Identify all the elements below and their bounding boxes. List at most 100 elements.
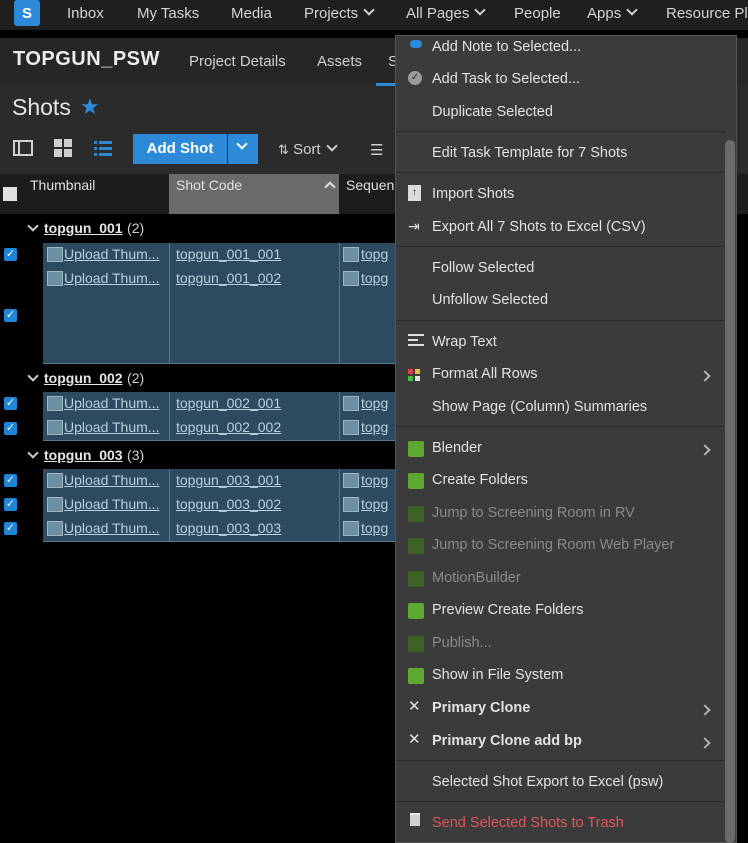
image-icon: [47, 247, 63, 262]
upload-thumbnail-link[interactable]: Upload Thum...: [64, 472, 159, 488]
menu-item-export-csv[interactable]: Export All 7 Shots to Excel (CSV): [432, 219, 646, 235]
menu-item-add-note[interactable]: Add Note to Selected...: [432, 39, 581, 55]
menu-item-add-task[interactable]: Add Task to Selected...: [432, 71, 580, 87]
shot-code-link[interactable]: topgun_001_002: [176, 270, 281, 286]
preview-folders-app-icon: [408, 603, 424, 619]
table-row[interactable]: Upload Thum... topgun_003_002 topg: [43, 493, 395, 518]
upload-thumbnail-link[interactable]: Upload Thum...: [64, 520, 159, 536]
image-icon: [343, 473, 359, 488]
image-icon: [343, 497, 359, 512]
image-icon: [47, 521, 63, 536]
row-checkbox[interactable]: ✓: [4, 248, 17, 261]
tab-assets[interactable]: Assets: [317, 53, 362, 70]
table-row[interactable]: Upload Thum... topgun_002_001 topg: [43, 392, 395, 417]
task-check-icon: ✓: [408, 71, 422, 85]
upload-thumbnail-link[interactable]: Upload Thum...: [64, 395, 159, 411]
column-header-sequence[interactable]: Sequen: [346, 177, 394, 193]
table-row[interactable]: Upload Thum... topgun_002_002 topg: [43, 416, 395, 441]
image-icon: [343, 271, 359, 286]
row-checkbox[interactable]: ✓: [4, 397, 17, 410]
sequence-link[interactable]: topg: [361, 472, 388, 488]
group-label[interactable]: topgun_001 (2): [44, 220, 144, 238]
shot-code-link[interactable]: topgun_003_001: [176, 472, 281, 488]
table-row[interactable]: Upload Thum... topgun_003_003 topg: [43, 517, 395, 542]
shot-code-link[interactable]: topgun_003_002: [176, 496, 281, 512]
menu-item-duplicate[interactable]: Duplicate Selected: [432, 104, 553, 120]
menu-item-wrap-text[interactable]: Wrap Text: [432, 334, 497, 350]
project-name[interactable]: TOPGUN_PSW: [13, 48, 160, 71]
menu-item-format-all-rows[interactable]: Format All Rows: [432, 366, 538, 382]
shot-code-link[interactable]: topgun_002_001: [176, 395, 281, 411]
menu-item-preview-create-folders[interactable]: Preview Create Folders: [432, 602, 584, 618]
table-row[interactable]: Upload Thum... topgun_001_001 topg: [43, 243, 395, 268]
format-rows-icon: [408, 369, 420, 381]
select-all-checkbox[interactable]: [3, 187, 17, 201]
menu-divider: [396, 426, 726, 427]
menu-item-create-folders[interactable]: Create Folders: [432, 472, 528, 488]
sequence-link[interactable]: topg: [361, 395, 388, 411]
tab-project-details[interactable]: Project Details: [189, 53, 286, 70]
menu-item-follow[interactable]: Follow Selected: [432, 260, 534, 276]
upload-thumbnail-link[interactable]: Upload Thum...: [64, 419, 159, 435]
nav-resource-planning[interactable]: Resource Pl: [666, 5, 748, 22]
menu-item-shot-export-excel[interactable]: Selected Shot Export to Excel (psw): [432, 774, 663, 790]
column-header-shot-code[interactable]: Shot Code: [176, 177, 242, 193]
menu-item-send-to-trash[interactable]: Send Selected Shots to Trash: [432, 815, 624, 831]
import-icon: ↑: [408, 185, 421, 201]
sequence-link[interactable]: topg: [361, 270, 388, 286]
menu-item-show-summaries[interactable]: Show Page (Column) Summaries: [432, 399, 647, 415]
table-row[interactable]: Upload Thum... topgun_001_002 topg: [43, 267, 395, 364]
sequence-link[interactable]: topg: [361, 246, 388, 262]
list-view-icon[interactable]: [94, 140, 112, 156]
shot-code-link[interactable]: topgun_003_003: [176, 520, 281, 536]
web-player-app-icon: [408, 538, 424, 554]
menu-item-import-shots[interactable]: Import Shots: [432, 186, 514, 202]
row-checkbox[interactable]: ✓: [4, 309, 17, 322]
menu-item-show-in-file-system[interactable]: Show in File System: [432, 667, 563, 683]
sort-button[interactable]: ⇅ Sort: [278, 140, 338, 158]
sequence-link[interactable]: topg: [361, 496, 388, 512]
add-shot-button[interactable]: Add Shot: [133, 134, 227, 164]
menu-item-jump-rv: Jump to Screening Room in RV: [432, 505, 635, 521]
table-row[interactable]: Upload Thum... topgun_003_001 topg: [43, 469, 395, 494]
menu-item-primary-clone[interactable]: Primary Clone: [432, 700, 530, 716]
row-checkbox[interactable]: ✓: [4, 422, 17, 435]
row-checkbox[interactable]: ✓: [4, 522, 17, 535]
nav-inbox[interactable]: Inbox: [67, 5, 104, 22]
page-title: Shots: [12, 94, 71, 120]
menu-item-primary-clone-add-bp[interactable]: Primary Clone add bp: [432, 733, 582, 749]
menu-item-unfollow[interactable]: Unfollow Selected: [432, 292, 548, 308]
menu-item-edit-task-template[interactable]: Edit Task Template for 7 Shots: [432, 145, 627, 161]
menu-item-blender[interactable]: Blender: [432, 440, 482, 456]
favorite-star-icon[interactable]: ★: [80, 94, 100, 120]
upload-thumbnail-link[interactable]: Upload Thum...: [64, 496, 159, 512]
upload-thumbnail-link[interactable]: Upload Thum...: [64, 246, 159, 262]
menu-item-jump-web-player: Jump to Screening Room Web Player: [432, 537, 675, 553]
export-icon: ⇥: [408, 218, 420, 234]
menu-item-motionbuilder: MotionBuilder: [432, 570, 521, 586]
nav-people[interactable]: People: [514, 5, 561, 22]
upload-thumbnail-link[interactable]: Upload Thum...: [64, 270, 159, 286]
nav-all-pages[interactable]: All Pages: [406, 4, 487, 22]
row-checkbox[interactable]: ✓: [4, 474, 17, 487]
tools-icon: ✕: [408, 731, 421, 748]
detail-view-icon[interactable]: [13, 140, 33, 156]
shot-code-link[interactable]: topgun_001_001: [176, 246, 281, 262]
thumbnail-view-icon[interactable]: [54, 139, 72, 157]
group-label[interactable]: topgun_002 (2): [44, 370, 144, 388]
group-icon[interactable]: ☰: [370, 141, 383, 159]
column-header-thumbnail[interactable]: Thumbnail: [30, 177, 95, 193]
app-logo[interactable]: S: [14, 0, 40, 26]
row-checkbox[interactable]: ✓: [4, 498, 17, 511]
nav-media[interactable]: Media: [231, 5, 272, 22]
nav-my-tasks[interactable]: My Tasks: [137, 5, 199, 22]
shot-code-link[interactable]: topgun_002_002: [176, 419, 281, 435]
nav-projects[interactable]: Projects: [304, 4, 375, 22]
add-shot-dropdown-button[interactable]: [228, 134, 258, 164]
sequence-link[interactable]: topg: [361, 419, 388, 435]
menu-scrollbar[interactable]: [725, 140, 735, 843]
sequence-link[interactable]: topg: [361, 520, 388, 536]
group-label[interactable]: topgun_003 (3): [44, 447, 144, 465]
nav-apps[interactable]: Apps: [587, 4, 638, 22]
menu-divider: [396, 801, 726, 802]
